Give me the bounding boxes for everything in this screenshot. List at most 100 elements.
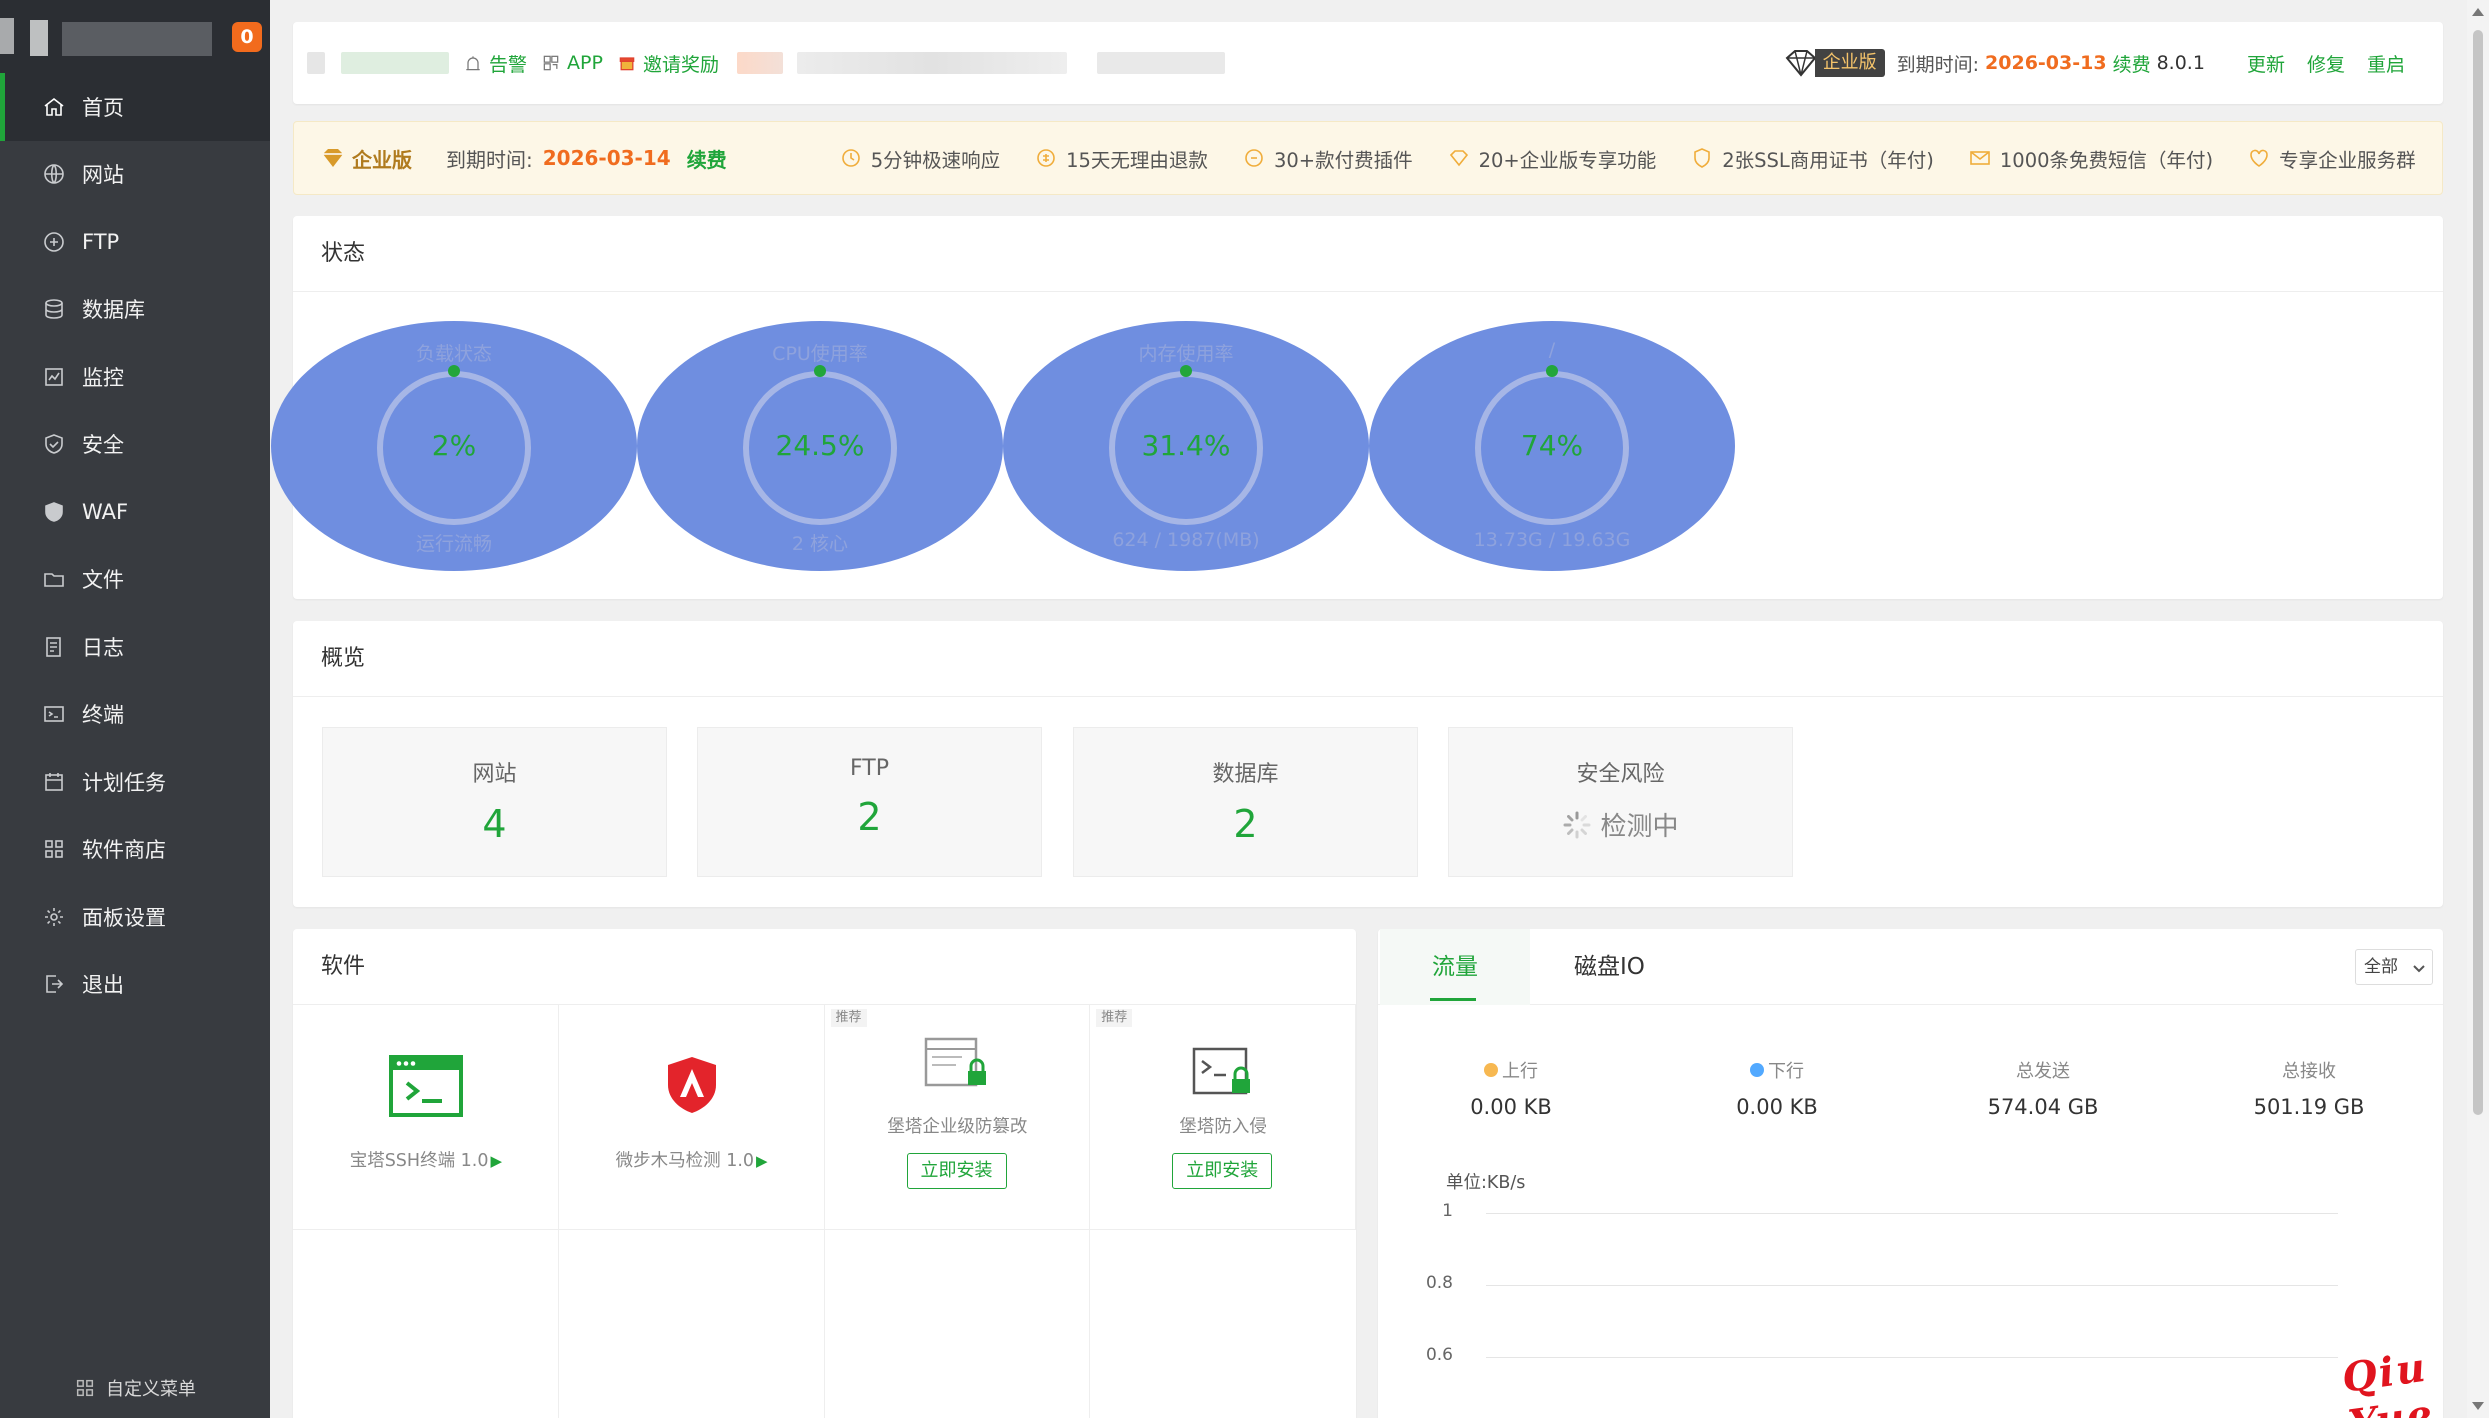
sidebar-item-website[interactable]: 网站 [0, 141, 270, 209]
play-icon: ▶ [490, 1152, 503, 1170]
software-item-tamper-proof[interactable]: 推荐 堡塔企业级防篡改 立即安装 [824, 1005, 1091, 1230]
banner-renew-link[interactable]: 续费 [687, 144, 727, 173]
software-name: 宝塔SSH终端 1.0 ▶ [293, 1147, 559, 1172]
sidebar-item-settings[interactable]: 面板设置 [0, 883, 270, 951]
sidebar-item-ftp[interactable]: FTP [0, 208, 270, 276]
diamond-icon [1449, 150, 1468, 167]
feature-label: 1000条免费短信（年付) [1999, 148, 2214, 172]
logout-icon [40, 970, 68, 998]
stat-label: 总发送 [2016, 1061, 2070, 1082]
sidebar-item-logout[interactable]: 退出 [0, 951, 270, 1019]
stat-value: 501.19 GB [2253, 1095, 2365, 1119]
play-icon: ▶ [756, 1152, 768, 1170]
renew-link[interactable]: 续费 [2113, 50, 2151, 77]
feature-refund: 15天无理由退款 [1034, 144, 1208, 173]
sidebar-item-security[interactable]: 安全 [0, 411, 270, 479]
sidebar-header: 0 [0, 0, 270, 73]
network-select[interactable]: 全部 [2355, 949, 2433, 985]
gift-icon [619, 57, 635, 71]
sidebar-item-label: 安全 [82, 433, 124, 458]
scroll-thumb[interactable] [2473, 30, 2483, 1115]
page-scrollbar[interactable] [2467, 0, 2489, 1418]
download-dot-icon [1750, 1063, 1764, 1077]
software-item-trojan-scan[interactable]: 微步木马检测 1.0 ▶ [558, 1005, 825, 1230]
sidebar-item-terminal[interactable]: 终端 [0, 681, 270, 749]
overview-title: 概览 [293, 621, 2443, 697]
gauge-subtitle: 13.73G / 19.63G [1473, 529, 1631, 551]
feature-label: 20+企业版专享功能 [1478, 148, 1657, 172]
card-label: 网站 [472, 762, 517, 787]
software-name: 堡塔防入侵 [1179, 1117, 1267, 1137]
sidebar-item-logs[interactable]: 日志 [0, 613, 270, 681]
software-title: 软件 [293, 929, 1356, 1005]
edition-label: 企业版 [1814, 49, 1885, 77]
ftp-icon [40, 228, 68, 256]
sidebar-item-label: 文件 [82, 568, 124, 593]
install-button[interactable]: 立即安装 [906, 1153, 1007, 1189]
terminal-icon [40, 700, 68, 728]
sidebar-item-monitor[interactable]: 监控 [0, 343, 270, 411]
scroll-up-arrow[interactable] [2472, 8, 2484, 16]
enterprise-banner: 企业版 到期时间: 2026-03-14 续费 5分钟极速响应 15天无理由退款… [293, 121, 2443, 195]
cpu-gauge[interactable]: CPU使用率 24.5% 2 核心 [637, 321, 1003, 571]
invite-label: 邀请奖励 [642, 53, 719, 76]
y-tick-label: 0.8 [1425, 1273, 1453, 1293]
app-link[interactable]: APP [541, 52, 603, 74]
feature-plugins: 30+款付费插件 [1242, 144, 1413, 173]
sidebar-item-store[interactable]: 软件商店 [0, 816, 270, 884]
card-label: 安全风险 [1576, 762, 1665, 787]
overview-card-security-risk[interactable]: 安全风险 检测中 [1448, 727, 1793, 877]
gauge-subtitle: 2 核心 [791, 533, 849, 555]
feature-label: 2张SSL商用证书（年付) [1722, 148, 1934, 172]
restart-link[interactable]: 重启 [2367, 50, 2405, 77]
blurred-logo [0, 18, 14, 54]
stat-label: 上行 [1502, 1061, 1538, 1082]
sidebar-item-label: 日志 [82, 635, 124, 660]
software-empty-slot [1090, 1230, 1356, 1418]
disk-gauge[interactable]: / 74% 13.73G / 19.63G [1369, 321, 1735, 571]
feature-label: 专享企业服务群 [2279, 148, 2416, 172]
clock-support-icon [841, 149, 860, 167]
tab-disk-io[interactable]: 磁盘IO [1574, 929, 1645, 1005]
sidebar-item-label: WAF [82, 499, 129, 524]
blurred-ip [341, 52, 449, 74]
software-item-intrusion-prevention[interactable]: 推荐 堡塔防入侵 立即安装 [1090, 1005, 1356, 1230]
alert-link[interactable]: 告警 [463, 50, 527, 77]
custom-menu-button[interactable]: 自定义菜单 [0, 1358, 270, 1418]
sidebar-item-cron[interactable]: 计划任务 [0, 748, 270, 816]
ssl-icon [1694, 148, 1711, 168]
blurred-server-name [62, 22, 212, 56]
sidebar-item-waf[interactable]: WAF [0, 478, 270, 546]
tab-traffic[interactable]: 流量 [1380, 929, 1530, 1005]
gauge-subtitle: 运行流畅 [415, 533, 492, 555]
sidebar-item-files[interactable]: 文件 [0, 546, 270, 614]
status-panel: 状态 负载状态 2% 运行流畅 CPU使用率 24.5% 2 核心 内存使用率 … [271, 216, 2443, 599]
software-item-ssh-terminal[interactable]: 宝塔SSH终端 1.0 ▶ [293, 1005, 559, 1230]
blurred-logo [30, 20, 48, 56]
home-icon [40, 93, 68, 121]
notification-badge[interactable]: 0 [232, 22, 262, 52]
stat-label: 总接收 [2282, 1061, 2336, 1082]
overview-card-database[interactable]: 数据库 2 [1073, 727, 1418, 877]
y-tick-label: 0.6 [1425, 1345, 1453, 1365]
feature-label: 15天无理由退款 [1066, 148, 1208, 172]
blurred-text [307, 52, 325, 74]
gear-icon [40, 903, 68, 931]
overview-card-website[interactable]: 网站 4 [322, 727, 667, 877]
invite-reward-link[interactable]: 邀请奖励 [617, 50, 719, 77]
overview-card-ftp[interactable]: FTP 2 [697, 727, 1042, 877]
feature-fast-response: 5分钟极速响应 [839, 144, 1000, 173]
install-button[interactable]: 立即安装 [1172, 1153, 1273, 1189]
update-link[interactable]: 更新 [2247, 50, 2285, 77]
banner-expire-label: 到期时间: [446, 147, 533, 172]
feature-ssl: 2张SSL商用证书（年付) [1690, 144, 1934, 173]
sidebar-item-home[interactable]: 首页 [0, 73, 270, 141]
repair-link[interactable]: 修复 [2307, 50, 2345, 77]
memory-gauge[interactable]: 内存使用率 31.4% 624 / 1987(MB) [1003, 321, 1369, 571]
sidebar-item-database[interactable]: 数据库 [0, 276, 270, 344]
monitor-icon [40, 363, 68, 391]
sidebar-item-label: 退出 [82, 973, 124, 998]
card-value: 2 [857, 795, 882, 839]
heart-group-icon [2250, 149, 2268, 167]
load-gauge[interactable]: 负载状态 2% 运行流畅 [271, 321, 637, 571]
